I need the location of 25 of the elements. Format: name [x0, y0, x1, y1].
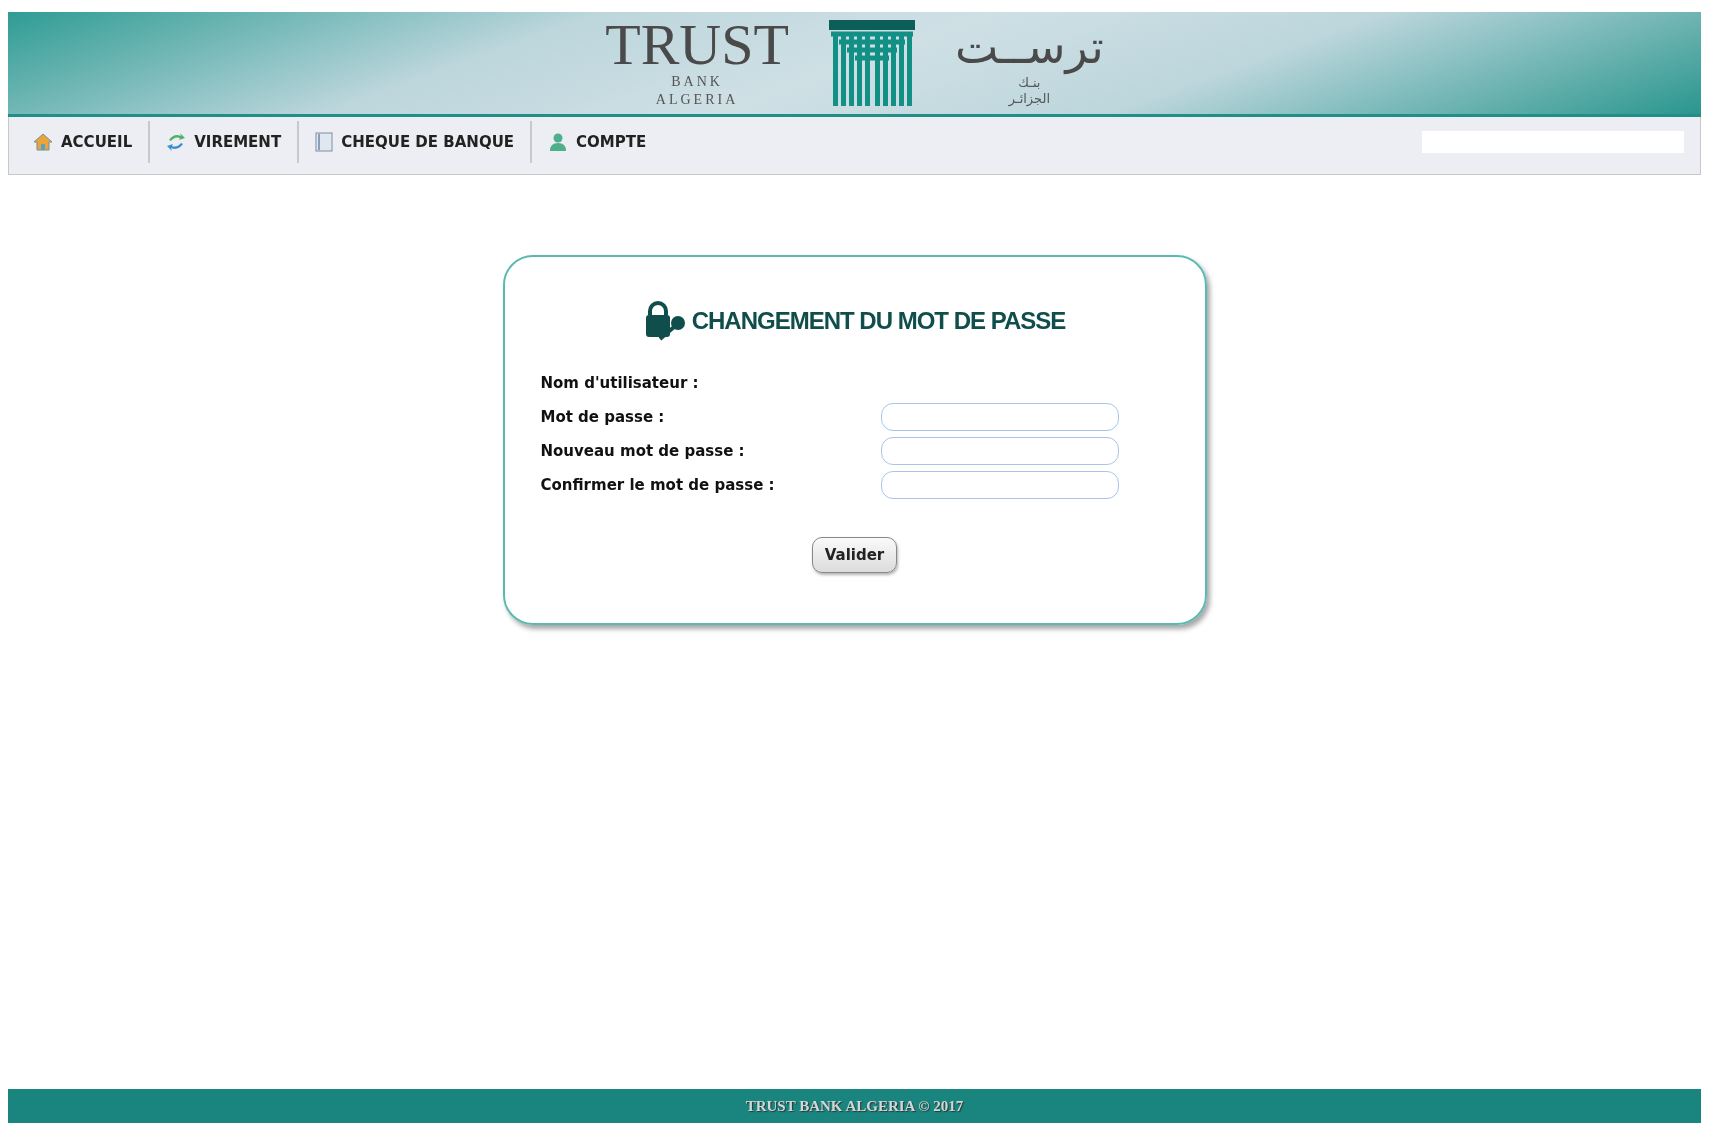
- field-label: Confirmer le mot de passe :: [540, 475, 776, 496]
- copyright-text: TRUST BANK ALGERIA © 2017: [745, 1097, 964, 1115]
- nav-link[interactable]: CHEQUE DE BANQUE: [297, 121, 531, 163]
- brand-subtitle: BANK: [671, 73, 723, 91]
- brand-subtitle: ALGERIA: [655, 91, 739, 109]
- brand-subtitle-arabic: الجزائـر: [1008, 91, 1050, 107]
- field-label: Nouveau mot de passe :: [540, 441, 746, 462]
- user-icon: [548, 132, 569, 152]
- title-text: CHANGEMENT DU MOT DE PASSE: [691, 307, 1066, 335]
- nav-link[interactable]: COMPTE: [530, 121, 663, 163]
- password-field[interactable]: [880, 403, 1119, 431]
- field-label: Nom d'utilisateur :: [540, 373, 700, 394]
- brand-subtitle-arabic: بنـك: [1018, 75, 1041, 91]
- password-field[interactable]: [880, 471, 1119, 499]
- lock-key-icon: [643, 301, 688, 341]
- house-icon: [33, 132, 53, 152]
- nav-link[interactable]: ACCUEIL: [25, 121, 149, 163]
- book-icon: [315, 132, 334, 152]
- nav-link[interactable]: VIREMENT: [148, 121, 298, 163]
- column-logo-icon: [828, 20, 915, 106]
- field-label: Mot de passe :: [540, 407, 666, 428]
- password-field[interactable]: [880, 437, 1119, 465]
- brand-name: TRUST: [605, 17, 789, 73]
- submit-button[interactable]: Valider: [811, 537, 898, 573]
- arrows-icon: [166, 132, 187, 152]
